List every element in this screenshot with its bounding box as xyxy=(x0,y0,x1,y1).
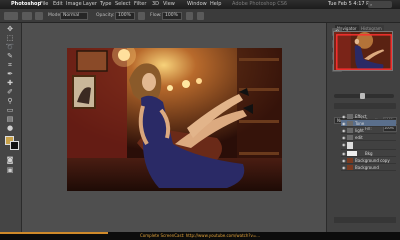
menu-filter[interactable]: Filter xyxy=(134,0,146,9)
layer-row[interactable]: ◉ light xyxy=(341,127,396,134)
layer-thumbnail xyxy=(347,158,353,163)
layer-mask-thumbnail xyxy=(347,151,357,156)
layer-row[interactable]: ◉ edit xyxy=(341,134,396,141)
menu-layer[interactable]: Layer xyxy=(83,0,97,9)
visibility-eye-icon[interactable]: ◉ xyxy=(342,150,346,157)
zoom-slider[interactable] xyxy=(334,93,394,99)
screen-mode-icon[interactable]: ▣ xyxy=(4,167,16,174)
menu-3d[interactable]: 3D xyxy=(152,0,159,9)
menu-view[interactable]: View xyxy=(163,0,175,9)
menu-type[interactable]: Type xyxy=(100,0,111,9)
move-tool-icon[interactable]: ✥ xyxy=(4,26,16,33)
folder-icon xyxy=(347,135,353,140)
opacity-label: Opacity: xyxy=(96,13,115,18)
layer-row[interactable]: ◉ Bkg xyxy=(341,150,396,157)
layer-row[interactable]: ◉ xyxy=(341,141,396,150)
lasso-tool-icon[interactable]: ➰ xyxy=(4,44,16,51)
brush-size-icon[interactable] xyxy=(22,12,32,20)
dodge-tool-icon[interactable]: ● xyxy=(4,125,16,132)
crop-tool-icon[interactable]: ⌗ xyxy=(4,62,16,69)
visibility-eye-icon[interactable]: ◉ xyxy=(342,134,346,141)
layer-row[interactable]: ◉ Effect xyxy=(341,113,396,120)
flow-label: Flow: xyxy=(150,13,162,18)
visibility-eye-icon[interactable]: ◉ xyxy=(342,164,346,171)
menu-bar: Photoshop File Edit Image Layer Type Sel… xyxy=(0,0,400,9)
clone-stamp-tool-icon[interactable]: ⚲ xyxy=(4,98,16,105)
layer-row-selected[interactable]: ◉ Tone xyxy=(341,120,396,127)
mode-select[interactable]: Normal xyxy=(60,12,88,20)
visibility-eye-icon[interactable]: ◉ xyxy=(342,113,346,120)
layers-footer-buttons[interactable] xyxy=(334,217,396,223)
airbrush-icon[interactable] xyxy=(186,12,193,20)
eraser-tool-icon[interactable]: ▭ xyxy=(4,107,16,114)
menu-edit[interactable]: Edit xyxy=(53,0,63,9)
marquee-tool-icon[interactable]: ⬚ xyxy=(4,35,16,42)
visibility-eye-icon[interactable]: ◉ xyxy=(342,127,346,134)
layer-row[interactable]: ◉ Background copy xyxy=(341,157,396,164)
app-menu[interactable]: Photoshop xyxy=(11,0,41,9)
folder-icon xyxy=(347,114,353,119)
background-color-swatch[interactable] xyxy=(10,141,19,150)
menu-image[interactable]: Image xyxy=(66,0,82,9)
brush-tool-icon[interactable]: ✐ xyxy=(4,89,16,96)
visibility-eye-icon[interactable]: ◉ xyxy=(342,157,346,164)
navigator-preview[interactable] xyxy=(333,31,393,71)
layer-row[interactable]: ◉ Background xyxy=(341,164,396,171)
toggle-brush-panel-icon[interactable] xyxy=(35,12,43,20)
eyedropper-tool-icon[interactable]: ✒ xyxy=(4,71,16,78)
status-url-text: Complete ScreenCast: http://www.youtube.… xyxy=(139,233,261,238)
document-canvas[interactable] xyxy=(67,48,282,191)
quick-select-tool-icon[interactable]: ✎ xyxy=(4,53,16,60)
navigator-thumbnail xyxy=(334,32,392,70)
canvas-image xyxy=(67,48,282,191)
opacity-field[interactable]: 100% xyxy=(115,12,135,20)
flow-field[interactable]: 100% xyxy=(162,12,182,20)
menu-window[interactable]: Window xyxy=(187,0,207,9)
tools-panel: ✥ ⬚ ➰ ✎ ⌗ ✒ ✚ ✐ ⚲ ▭ ▤ ● ◙ ▣ xyxy=(0,23,22,232)
options-bar: Mode: Normal Opacity: 100% Flow: 100% xyxy=(0,9,400,23)
gradient-tool-icon[interactable]: ▤ xyxy=(4,116,16,123)
healing-brush-tool-icon[interactable]: ✚ xyxy=(4,80,16,87)
folder-icon xyxy=(347,128,353,133)
visibility-eye-icon[interactable]: ◉ xyxy=(342,120,346,127)
menu-select[interactable]: Select xyxy=(115,0,130,9)
visibility-eye-icon[interactable]: ◉ xyxy=(342,141,346,148)
quick-mask-icon[interactable]: ◙ xyxy=(4,157,16,164)
layers-panel-tabs[interactable] xyxy=(334,103,396,109)
folder-icon xyxy=(347,121,353,126)
window-title: Adobe Photoshop CS6 xyxy=(232,1,288,7)
pressure-opacity-icon[interactable] xyxy=(138,12,145,20)
menu-help[interactable]: Help xyxy=(210,0,221,9)
spotlight-search-icon[interactable]: ⌕ xyxy=(368,1,392,8)
pressure-size-icon[interactable] xyxy=(197,12,204,20)
brush-preset-icon[interactable] xyxy=(4,12,18,20)
menu-file[interactable]: File xyxy=(40,0,48,9)
layer-thumbnail xyxy=(347,165,353,170)
menubar-clock: Tue Feb 5 4:17 PM xyxy=(328,1,374,7)
video-status-bar: Complete ScreenCast: http://www.youtube.… xyxy=(0,232,400,240)
layer-mask-thumbnail xyxy=(347,142,353,149)
